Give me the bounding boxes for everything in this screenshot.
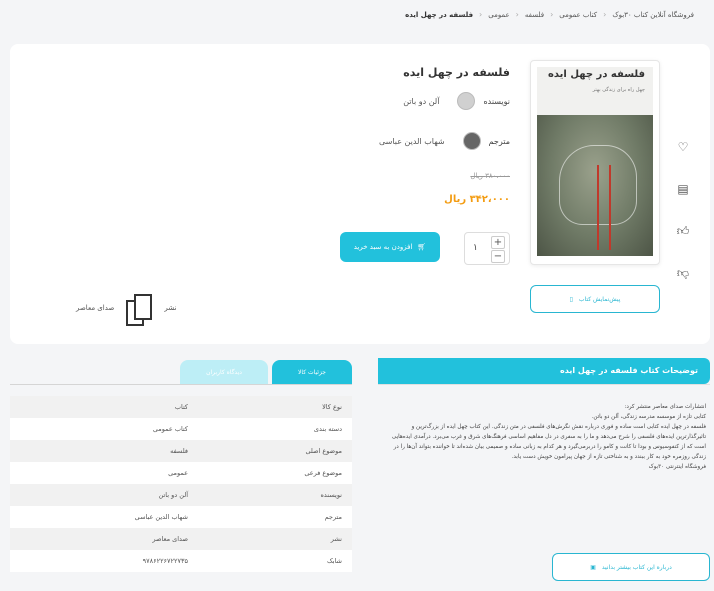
description-body: انتشارات صدای معاصر منتشر کرد: کتابی تاز… [384, 402, 706, 472]
more-info-button[interactable]: درباره این کتاب بیشتر بدانید ▣ [552, 553, 710, 581]
ladder-drawing [597, 165, 611, 250]
table-row: دسته بندی کتاب عمومی [10, 418, 352, 440]
publisher-name[interactable]: صدای معاصر [76, 304, 114, 312]
increase-quantity-button[interactable]: + [491, 236, 505, 249]
chevron-left-icon: ‹ [550, 10, 554, 19]
table-row: نویسنده آلن دو باتن [10, 484, 352, 506]
action-icons: ♡ ▤ 👍︎ 👎︎ [676, 140, 690, 280]
thumbs-up-icon[interactable]: 👍︎ [676, 224, 690, 238]
preview-label: پیش‌نمایش کتاب [578, 295, 621, 303]
description-paragraph: انتشارات صدای معاصر منتشر کرد: [624, 404, 706, 410]
table-key: نشر [330, 535, 342, 543]
old-price: ۳۸۰،۰۰۰ ریال [470, 172, 510, 180]
breadcrumb-philosophy[interactable]: فلسفه [525, 11, 544, 19]
thumbs-down-icon[interactable]: 👎︎ [676, 266, 690, 280]
book-title: فلسفه در چهل ایده [403, 66, 510, 79]
price: ۳۴۲،۰۰۰ ریال [444, 194, 510, 205]
table-row: موضوع فرعی عمومی [10, 462, 352, 484]
preview-book-button[interactable]: پیش‌نمایش کتاب ▯ [530, 285, 660, 313]
description-paragraph: فروشگاه اینترنتی ۳۰بوک [648, 464, 706, 470]
table-value: آلن دو باتن [158, 491, 188, 499]
table-key: نوع کالا [322, 403, 342, 411]
book-icon[interactable]: ▤ [676, 182, 690, 196]
quantity-stepper: + − ۱ [464, 232, 510, 265]
chevron-left-icon: ‹ [479, 10, 483, 19]
table-value: صدای معاصر [152, 535, 188, 543]
author-label: نویسنده [483, 96, 510, 106]
description-divider [378, 384, 710, 385]
add-to-cart-label: افزودن به سبد خرید [353, 243, 413, 251]
table-value: شهاب الدین عباسی [134, 513, 188, 521]
table-value: عمومی [168, 469, 188, 477]
table-key: موضوع اصلی [305, 447, 342, 455]
chevron-left-icon: ‹ [515, 10, 519, 19]
cover-illustration [537, 115, 653, 256]
table-value: کتاب [174, 403, 188, 411]
breadcrumb-general-books[interactable]: کتاب عمومی [559, 11, 597, 19]
translator-label: مترجم [488, 136, 510, 146]
table-key: موضوع فرعی [304, 469, 342, 477]
table-key: دسته بندی [313, 425, 342, 433]
book-cover[interactable]: فلسفه در چهل ایده چهل راه برای زندگی بهت… [530, 60, 660, 265]
table-key: مترجم [324, 513, 342, 521]
table-value: فلسفه [170, 447, 188, 455]
translator-avatar [462, 132, 481, 150]
breadcrumb-current: فلسفه در چهل ایده [405, 10, 474, 19]
heart-icon[interactable]: ♡ [676, 140, 690, 154]
chevron-left-icon: ‹ [603, 10, 607, 19]
quantity-value[interactable]: ۱ [473, 243, 478, 253]
publisher-icon [124, 290, 154, 326]
description-heading: توضیحات کتاب فلسفه در چهل ایده [378, 358, 710, 384]
product-card: ♡ ▤ 👍︎ 👎︎ فلسفه در چهل ایده چهل راه برای… [10, 44, 710, 344]
table-row: موضوع اصلی فلسفه [10, 440, 352, 462]
decrease-quantity-button[interactable]: − [491, 250, 505, 263]
table-value: کتاب عمومی [152, 425, 188, 433]
author-row: نویسنده آلن دو باتن [403, 92, 510, 110]
table-key: نویسنده [320, 491, 342, 499]
publisher-row: نشر صدای معاصر [76, 290, 176, 326]
table-row: مترجم شهاب الدین عباسی [10, 506, 352, 528]
details-table: نوع کالا کتاب دسته بندی کتاب عمومی موضوع ا… [10, 396, 352, 572]
document-icon: ▯ [569, 295, 573, 303]
cart-icon: 🛒︎ [417, 243, 427, 251]
table-row: شابک ۹۷۸۶۲۲۶۷۲۲۷۳۵ [10, 550, 352, 572]
translator-row: مترجم شهاب الدین عباسی [379, 132, 510, 150]
description-paragraph: کتابی تازه از موسسه مدرسه زندگی، آلن دو … [591, 414, 706, 420]
table-row: نوع کالا کتاب [10, 396, 352, 418]
tab-details[interactable]: جزئیات کالا [272, 360, 352, 385]
cover-subtitle: چهل راه برای زندگی بهتر [592, 87, 645, 93]
breadcrumb: فروشگاه آنلاین کتاب ۳۰بوک ‹ کتاب عمومی ‹… [405, 10, 694, 19]
add-to-cart-button[interactable]: 🛒︎ افزودن به سبد خرید [340, 232, 440, 262]
more-info-label: درباره این کتاب بیشتر بدانید [601, 563, 672, 571]
table-value: ۹۷۸۶۲۲۶۷۲۲۷۳۵ [142, 557, 188, 565]
table-row: نشر صدای معاصر [10, 528, 352, 550]
cover-title: فلسفه در چهل ایده [548, 69, 645, 80]
author-name[interactable]: آلن دو باتن [403, 97, 439, 106]
publisher-label: نشر [164, 304, 177, 312]
book-search-icon: ▣ [590, 563, 596, 571]
translator-name[interactable]: شهاب الدین عباسی [379, 137, 445, 146]
table-key: شابک [326, 557, 342, 565]
author-avatar [457, 92, 476, 110]
breadcrumb-home[interactable]: فروشگاه آنلاین کتاب ۳۰بوک [612, 11, 694, 19]
breadcrumb-general[interactable]: عمومی [488, 11, 509, 19]
tabs-divider [10, 384, 352, 385]
description-paragraph: فلسفه در چهل ایده کتابی است ساده و فوری … [391, 424, 706, 460]
tab-comments[interactable]: دیدگاه کاربران [180, 360, 268, 385]
